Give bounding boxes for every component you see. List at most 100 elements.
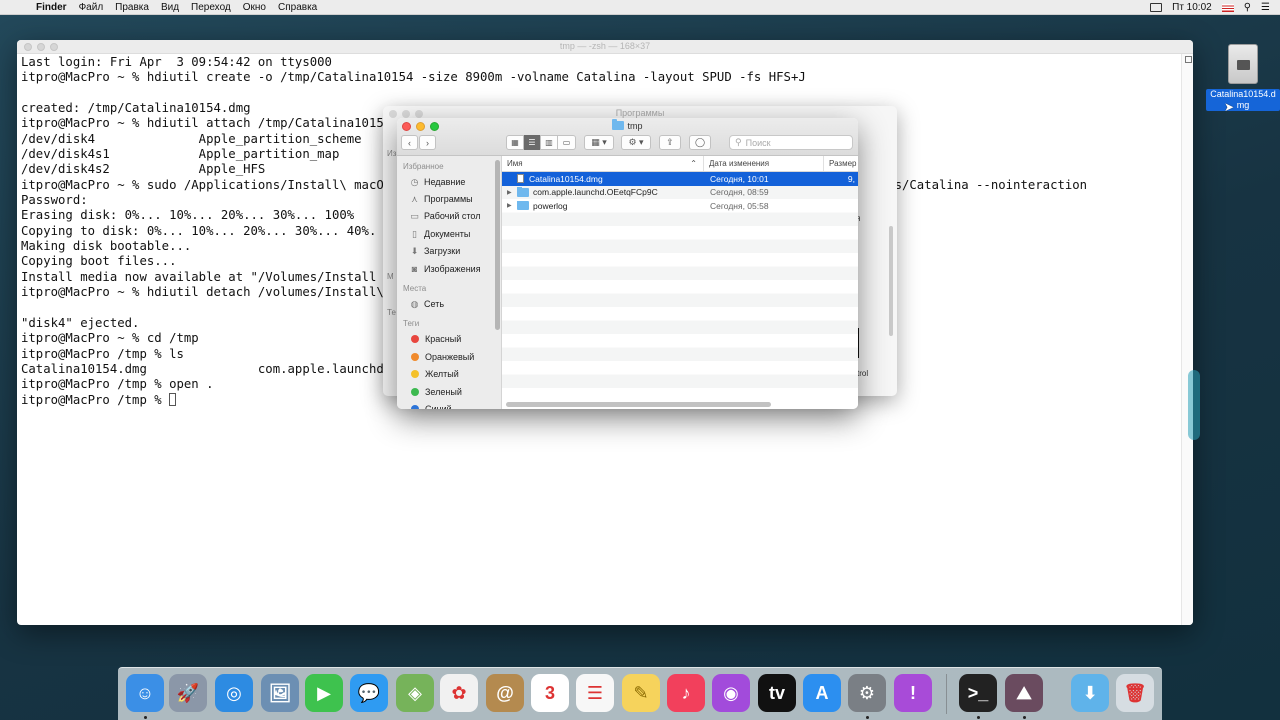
menu-file[interactable]: Файл [79,2,104,13]
group-by-button[interactable]: ▦ ▾ [584,135,614,150]
action-menu-button[interactable]: ⚙ ▾ [621,135,651,150]
share-button[interactable]: ⇪ [659,135,681,150]
gallery-view-button[interactable]: ▭ [558,135,575,150]
disclosure-triangle-icon[interactable]: ▶ [507,202,517,209]
sidebar-item-tag-2[interactable]: Желтый [397,366,501,383]
dock-glyph: 🚀 [176,682,200,703]
dock-glyph: ⛰ [1016,682,1032,703]
icon-view-button[interactable]: ▦ [507,135,524,150]
dock-glyph: 🖼 [268,682,292,703]
menu-edit[interactable]: Правка [115,2,149,13]
sidebar-item-fav-5[interactable]: ◙ Изображения [397,260,501,277]
sidebar-item-label: Документы [424,228,471,239]
dock-glyph: @ [496,682,514,703]
desktop-dmg-file[interactable]: Catalina10154.dmg [1205,44,1280,113]
chevron-right-icon: › [426,137,429,148]
dock-notes-icon[interactable]: ✎ [622,674,660,712]
file-rows: Catalina10154.dmg Сегодня, 10:01 9, ▶ com.ap… [502,172,858,397]
tags-button[interactable]: ◯ [689,135,711,150]
back-window-scrollbar[interactable] [889,226,893,336]
camera-icon: ◙ [411,263,418,274]
menu-go[interactable]: Переход [191,2,231,13]
menu-help[interactable]: Справка [278,2,317,13]
search-placeholder: Поиск [745,137,771,148]
dock-photos-icon[interactable]: ✿ [440,674,478,712]
menu-window[interactable]: Окно [243,2,266,13]
input-source-flag-icon[interactable] [1221,3,1234,12]
dock-app-store-icon[interactable]: A [803,674,841,712]
sidebar-item-tag-3[interactable]: Зеленый [397,383,501,400]
sidebar-item-fav-2[interactable]: ▭ Рабочий стол [397,208,501,225]
table-row[interactable]: ▶ com.apple.launchd.OEetqFCp9C Сегодня, 08… [502,186,858,200]
dock-trash-icon[interactable]: 🗑 [1116,674,1154,712]
menu-app-name[interactable]: Finder [36,2,67,13]
sidebar-item-fav-4[interactable]: ⬇ Загрузки [397,243,501,260]
row-date: Сегодня, 05:58 [710,200,769,211]
clock-icon: ◷ [410,176,419,187]
dock-glyph: ◉ [723,682,739,703]
dock-apple-tv-icon[interactable]: tv [758,674,796,712]
dock-macos-installer-icon[interactable]: ⛰ [1005,674,1043,712]
table-row[interactable]: ▶ powerlog Сегодня, 05:58 [502,199,858,213]
sidebar-item-tag-4[interactable]: Синий [397,400,501,409]
dock-music-icon[interactable]: ♪ [667,674,705,712]
terminal-scrollbar[interactable] [1181,54,1193,625]
list-view-button[interactable]: ☰ [524,135,541,150]
dock-contacts-icon[interactable]: @ [486,674,524,712]
sidebar-item-network[interactable]: ◍ Сеть [397,295,501,312]
column-header-date-label: Дата изменения [709,159,770,168]
dock-finder-icon[interactable]: ☺ [126,674,164,712]
sidebar-item-tag-0[interactable]: Красный [397,331,501,348]
dock-system-preferences-icon[interactable]: ⚙ [848,674,886,712]
notification-center-icon[interactable]: ☰ [1261,2,1270,13]
sidebar-scrollbar[interactable] [495,160,500,330]
table-row[interactable]: Catalina10154.dmg Сегодня, 10:01 9, [502,172,858,186]
dock-podcasts-icon[interactable]: ◉ [712,674,750,712]
dock-terminal-icon[interactable]: >_ [959,674,997,712]
search-input[interactable]: ⚲ Поиск [729,135,853,150]
sidebar-item-fav-0[interactable]: ◷ Недавние [397,173,501,190]
spotlight-icon[interactable]: ⚲ [1244,2,1251,13]
tag-color-icon [411,387,419,396]
back-window-zoom-button[interactable] [415,110,423,118]
sidebar-item-label: Недавние [424,176,466,187]
dock-launchpad-icon[interactable]: 🚀 [169,674,207,712]
finder-window-tmp[interactable]: tmp ‹ › ▦ ☰ ▥ ▭ ▦ ▾ ⚙ ▾ ⇪ ◯ ⚲ Поиск Избр… [397,118,858,409]
column-header-date[interactable]: Дата изменения [704,156,824,171]
folder-icon [612,119,625,130]
dock-preview-icon[interactable]: 🖼 [261,674,299,712]
clock[interactable]: Пт 10:02 [1172,2,1212,13]
dock-downloads-stack-icon[interactable]: ⬇ [1071,674,1109,712]
horizontal-scrollbar[interactable] [506,402,771,407]
folder-icon [517,187,529,197]
back-window-close-button[interactable] [389,110,397,118]
sidebar-item-tag-1[interactable]: Оранжевый [397,348,501,365]
column-headers: Имя ⌃ Дата изменения Размер [502,156,858,172]
terminal-titlebar[interactable]: tmp — -zsh — 168×37 [17,40,1193,54]
display-mirroring-icon[interactable] [1150,3,1163,12]
menu-view[interactable]: Вид [161,2,179,13]
terminal-line: Last login: Fri Apr 3 09:54:42 on ttys00… [21,55,332,69]
view-mode-control[interactable]: ▦ ☰ ▥ ▭ [506,135,576,150]
sidebar-item-fav-1[interactable]: ⋏ Программы [397,190,501,207]
dock-maps-icon[interactable]: ◈ [396,674,434,712]
file-list: Имя ⌃ Дата изменения Размер Catalina10154… [502,156,858,409]
tag-color-icon [411,352,419,361]
tag-icon: ◯ [694,137,706,147]
column-header-name[interactable]: Имя ⌃ [502,156,704,171]
column-header-size[interactable]: Размер [824,156,858,171]
dock-feedback-assistant-icon[interactable]: ! [894,674,932,712]
dock-safari-icon[interactable]: ◎ [215,674,253,712]
dock-reminders-icon[interactable]: ☰ [576,674,614,712]
dock-calendar-icon[interactable]: 3 [531,674,569,712]
back-button[interactable]: ‹ [401,135,418,150]
column-view-button[interactable]: ▥ [541,135,558,150]
back-window-minimize-button[interactable] [402,110,410,118]
disclosure-triangle-icon[interactable]: ▶ [507,189,517,196]
terminal-title: tmp — -zsh — 168×37 [559,41,651,51]
sidebar-item-fav-3[interactable]: ▯ Документы [397,225,501,242]
dock-messages-icon[interactable]: 💬 [350,674,388,712]
forward-button[interactable]: › [419,135,436,150]
dock-facetime-icon[interactable]: ▶ [305,674,343,712]
dock-glyph: >_ [967,682,989,703]
